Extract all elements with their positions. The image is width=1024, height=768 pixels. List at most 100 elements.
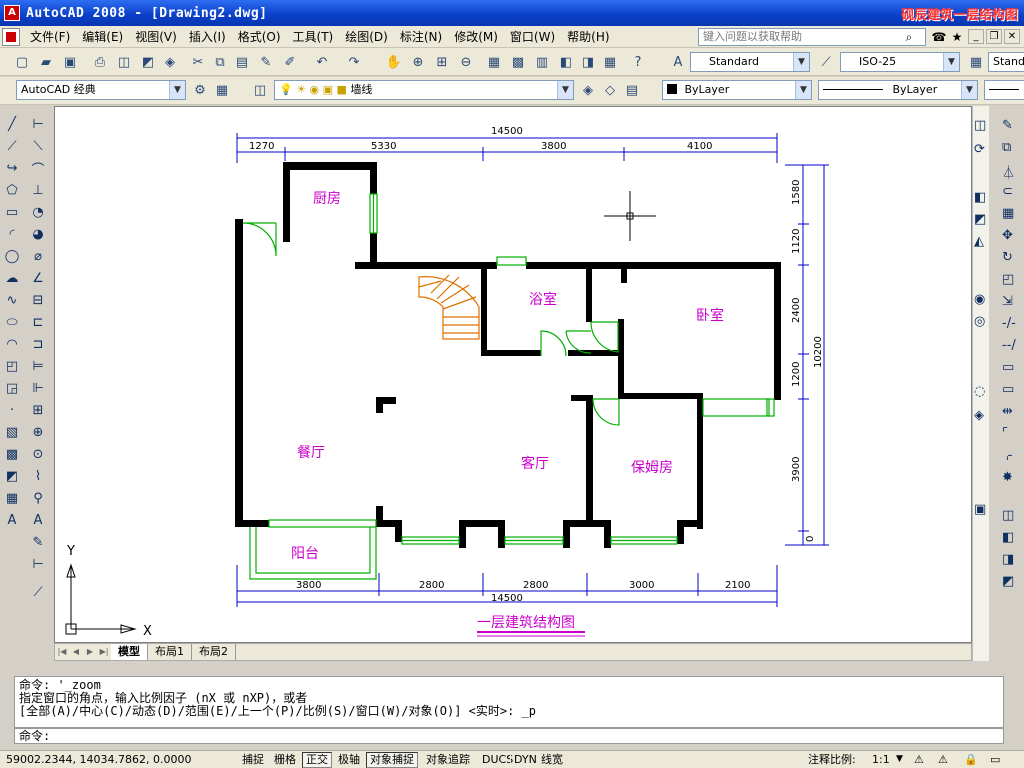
make-block-icon[interactable]: ◲ bbox=[2, 378, 22, 398]
annotation-scale-value[interactable]: 1:1 bbox=[872, 751, 890, 768]
torus-icon[interactable]: ◌ bbox=[974, 384, 985, 399]
move-icon[interactable]: ✥ bbox=[1002, 228, 1013, 243]
arc-length-icon[interactable]: ⌒ bbox=[28, 158, 48, 178]
open-icon[interactable]: ▰ bbox=[36, 52, 56, 72]
pan-icon[interactable]: ✋ bbox=[384, 52, 404, 72]
menu-format[interactable]: 格式(O) bbox=[232, 27, 287, 47]
polygon-icon[interactable]: ⬠ bbox=[2, 180, 22, 200]
trim-icon[interactable]: -/- bbox=[1002, 316, 1016, 331]
lineweight-toggle[interactable]: 线宽 bbox=[537, 752, 567, 768]
grid-toggle[interactable]: 栅格 bbox=[270, 752, 300, 768]
make-layer-current-icon[interactable]: ◈ bbox=[578, 80, 598, 100]
menu-tools[interactable]: 工具(T) bbox=[287, 27, 340, 47]
favorites-icon[interactable]: ★ bbox=[948, 28, 966, 46]
table-style-icon[interactable]: ▦ bbox=[966, 52, 986, 72]
zoom-realtime-icon[interactable]: ⊕ bbox=[408, 52, 428, 72]
copy-icon[interactable]: ⧉ bbox=[210, 52, 230, 72]
table-style-select[interactable]: Stand bbox=[988, 52, 1024, 72]
zoom-window-icon[interactable]: ⊞ bbox=[432, 52, 452, 72]
cone-icon[interactable]: ◭ bbox=[974, 234, 984, 249]
box-icon[interactable]: ◧ bbox=[974, 190, 986, 205]
ellipse-arc-icon[interactable]: ◠ bbox=[2, 334, 22, 354]
prev-tab-icon[interactable]: ◀ bbox=[69, 645, 83, 659]
radius-dim-icon[interactable]: ◔ bbox=[28, 202, 48, 222]
communication-icon[interactable]: ☎ bbox=[930, 28, 948, 46]
continue-dim-icon[interactable]: ⊐ bbox=[28, 334, 48, 354]
command-input[interactable]: 命令: bbox=[14, 728, 1004, 744]
polar-toggle[interactable]: 极轴 bbox=[334, 752, 364, 768]
spline-icon[interactable]: ∿ bbox=[2, 290, 22, 310]
gradient-icon[interactable]: ▩ bbox=[2, 444, 22, 464]
properties-icon[interactable]: ▦ bbox=[484, 52, 504, 72]
tab-model[interactable]: 模型 bbox=[111, 644, 148, 660]
workspace-select[interactable]: AutoCAD 经典 ▼ bbox=[16, 80, 186, 100]
layer-select[interactable]: 💡 ☀ ◉ ▣ ■ 墙线 ▼ bbox=[274, 80, 574, 100]
block-editor-icon[interactable]: ✐ bbox=[280, 52, 300, 72]
layer-manager-icon[interactable]: ◫ bbox=[250, 80, 270, 100]
last-tab-icon[interactable]: ▶| bbox=[97, 645, 111, 659]
preview-icon[interactable]: ◫ bbox=[114, 52, 134, 72]
ellipse-icon[interactable]: ⬭ bbox=[2, 312, 22, 332]
scale-icon[interactable]: ◰ bbox=[1002, 272, 1014, 287]
text-style-select[interactable]: Standard ▼ bbox=[690, 52, 810, 72]
undo-icon[interactable]: ↶ bbox=[312, 52, 332, 72]
dimension-style-icon[interactable]: ⟋ bbox=[816, 52, 836, 72]
jogged-linear-icon[interactable]: ⌇ bbox=[28, 466, 48, 486]
arc-icon[interactable]: ◜ bbox=[2, 224, 22, 244]
lock-icon[interactable]: 🔒 bbox=[964, 751, 978, 768]
materials-icon[interactable]: ▣ bbox=[974, 502, 986, 517]
chevron-down-icon[interactable]: ▼ bbox=[896, 751, 903, 768]
calculator-icon[interactable]: ▦ bbox=[600, 52, 620, 72]
autocad-app-icon[interactable]: A bbox=[4, 5, 20, 21]
dim-break-icon[interactable]: ⊩ bbox=[28, 378, 48, 398]
send-back-icon[interactable]: ◨ bbox=[1002, 552, 1014, 567]
text-style-icon[interactable]: A bbox=[668, 52, 688, 72]
menu-help[interactable]: 帮助(H) bbox=[561, 27, 615, 47]
save-icon[interactable]: ▣ bbox=[60, 52, 80, 72]
zoom-previous-icon[interactable]: ⊖ bbox=[456, 52, 476, 72]
dim-space-icon[interactable]: ⊨ bbox=[28, 356, 48, 376]
quick-dim-icon[interactable]: ⊟ bbox=[28, 290, 48, 310]
dim-edit-icon[interactable]: ⚲ bbox=[28, 488, 48, 508]
layer-previous-icon[interactable]: ◇ bbox=[600, 80, 620, 100]
diameter-dim-icon[interactable]: ⌀ bbox=[28, 246, 48, 266]
design-center-icon[interactable]: ▩ bbox=[508, 52, 528, 72]
color-select[interactable]: ByLayer ▼ bbox=[662, 80, 812, 100]
cut-icon[interactable]: ✂ bbox=[188, 52, 208, 72]
menu-view[interactable]: 视图(V) bbox=[129, 27, 183, 47]
explode-icon[interactable]: ✸ bbox=[1002, 470, 1013, 485]
minimize-doc-button[interactable]: _ bbox=[968, 29, 984, 44]
menu-dimension[interactable]: 标注(N) bbox=[394, 27, 448, 47]
menu-edit[interactable]: 编辑(E) bbox=[76, 27, 129, 47]
inspection-icon[interactable]: ⊙ bbox=[28, 444, 48, 464]
tolerance-icon[interactable]: ⊞ bbox=[28, 400, 48, 420]
sphere-icon[interactable]: ◉ bbox=[974, 292, 985, 307]
circle-icon[interactable]: ◯ bbox=[2, 246, 22, 266]
view-icon[interactable]: ◫ bbox=[974, 118, 986, 133]
point-icon[interactable]: · bbox=[2, 400, 22, 420]
document-icon[interactable] bbox=[2, 27, 20, 46]
break-icon[interactable]: ▭ bbox=[1002, 382, 1014, 397]
menu-file[interactable]: 文件(F) bbox=[24, 27, 76, 47]
tool-palettes-icon[interactable]: ▥ bbox=[532, 52, 552, 72]
3d-publish-icon[interactable]: ◈ bbox=[160, 52, 180, 72]
orbit-icon[interactable]: ⟳ bbox=[974, 142, 985, 157]
annotation-visibility-icon[interactable]: ⚠ bbox=[914, 751, 924, 768]
first-tab-icon[interactable]: |◀ bbox=[55, 645, 69, 659]
break-at-point-icon[interactable]: ▭ bbox=[1002, 360, 1014, 375]
customize-icon[interactable]: ▦ bbox=[212, 80, 232, 100]
center-mark-icon[interactable]: ⊕ bbox=[28, 422, 48, 442]
print-icon[interactable]: ⎙ bbox=[90, 52, 110, 72]
stretch-icon[interactable]: ⇲ bbox=[1002, 294, 1013, 309]
coordinate-readout[interactable]: 59002.2344, 14034.7862, 0.0000 bbox=[6, 751, 191, 768]
array-icon[interactable]: ▦ bbox=[1002, 206, 1014, 221]
lineweight-select[interactable] bbox=[984, 80, 1024, 100]
markup-icon[interactable]: ◨ bbox=[578, 52, 598, 72]
linetype-select[interactable]: ByLayer ▼ bbox=[818, 80, 978, 100]
drawing-canvas[interactable]: 厨房 浴室 卧室 餐厅 客厅 保姆房 阳台 14500 1270 5330 38… bbox=[54, 106, 972, 643]
help-icon[interactable]: ? bbox=[628, 52, 648, 72]
paste-icon[interactable]: ▤ bbox=[232, 52, 252, 72]
dim-override-icon[interactable]: ⟋ bbox=[28, 582, 48, 602]
search-icon[interactable]: ⌕ bbox=[900, 28, 918, 46]
auto-scale-icon[interactable]: ⚠ bbox=[938, 751, 948, 768]
